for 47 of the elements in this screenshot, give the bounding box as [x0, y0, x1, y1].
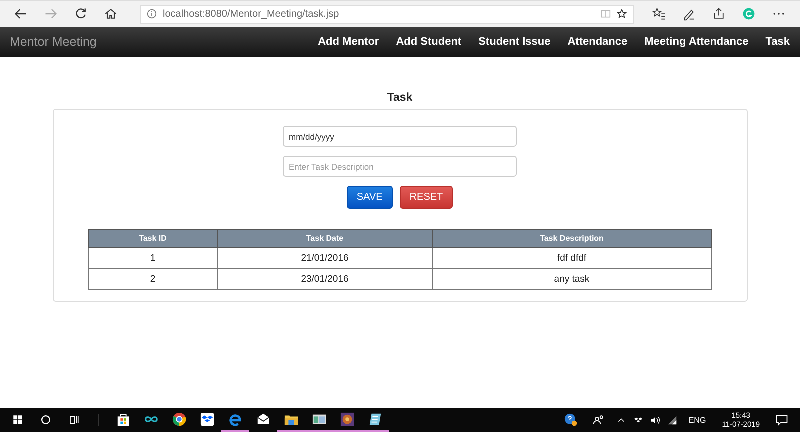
shopping-bag-icon [116, 412, 130, 426]
nav-link[interactable]: Add Mentor [318, 36, 380, 48]
back-icon[interactable] [14, 7, 28, 21]
nav-link[interactable]: Meeting Attendance [644, 36, 749, 48]
people-icon[interactable] [592, 413, 606, 427]
nav-link[interactable]: Task [766, 36, 790, 48]
home-icon[interactable] [104, 7, 118, 21]
task-view-icon[interactable] [67, 413, 81, 427]
date-field[interactable]: mm/dd/yyyy [283, 126, 517, 147]
table-cell: 2 [88, 268, 218, 290]
browser-logo-icon [172, 412, 186, 426]
start-icon[interactable] [11, 413, 25, 427]
brand-link[interactable]: Mentor Meeting [10, 35, 97, 49]
table-cell: 21/01/2016 [218, 248, 432, 268]
table-cell: fdf dfdf [432, 248, 712, 268]
nav-link[interactable]: Attendance [568, 36, 628, 48]
language-indicator[interactable]: ENG [688, 416, 706, 424]
save-button[interactable]: SAVE [346, 186, 393, 209]
description-field[interactable]: Enter Task Description [283, 156, 517, 177]
help-icon[interactable] [564, 413, 578, 427]
notification-icon[interactable] [775, 413, 789, 427]
envelope-icon [256, 412, 270, 426]
favorites-icon[interactable] [652, 7, 666, 21]
emblem-icon [340, 412, 354, 426]
search-icon[interactable] [39, 413, 53, 427]
info-icon[interactable] [147, 9, 157, 19]
address-bar[interactable]: localhost:8080/Mentor_Meeting/task.jsp [140, 4, 634, 24]
column-header: Task Date [218, 230, 432, 248]
table-cell: any task [432, 268, 712, 290]
nav-link[interactable]: Student Issue [478, 36, 551, 48]
edge-icon [228, 412, 242, 426]
table-cell: 23/01/2016 [218, 268, 432, 290]
table-cell: 1 [88, 248, 218, 268]
notepad-icon [368, 412, 382, 426]
box-icon [200, 412, 214, 426]
refresh-icon[interactable] [74, 7, 88, 21]
share-icon[interactable] [712, 7, 726, 21]
column-header: Task Description [432, 230, 712, 248]
speaker-icon[interactable] [650, 414, 661, 426]
nav-link[interactable]: Add Student [396, 36, 462, 48]
pen-icon[interactable] [682, 7, 696, 21]
page-title: Task [387, 92, 413, 104]
reset-button[interactable]: RESET [400, 186, 454, 209]
wifi-icon[interactable] [666, 414, 678, 426]
url-text: localhost:8080/Mentor_Meeting/task.jsp [163, 8, 340, 20]
column-header: Task ID [88, 230, 218, 248]
star-icon[interactable] [617, 9, 627, 19]
